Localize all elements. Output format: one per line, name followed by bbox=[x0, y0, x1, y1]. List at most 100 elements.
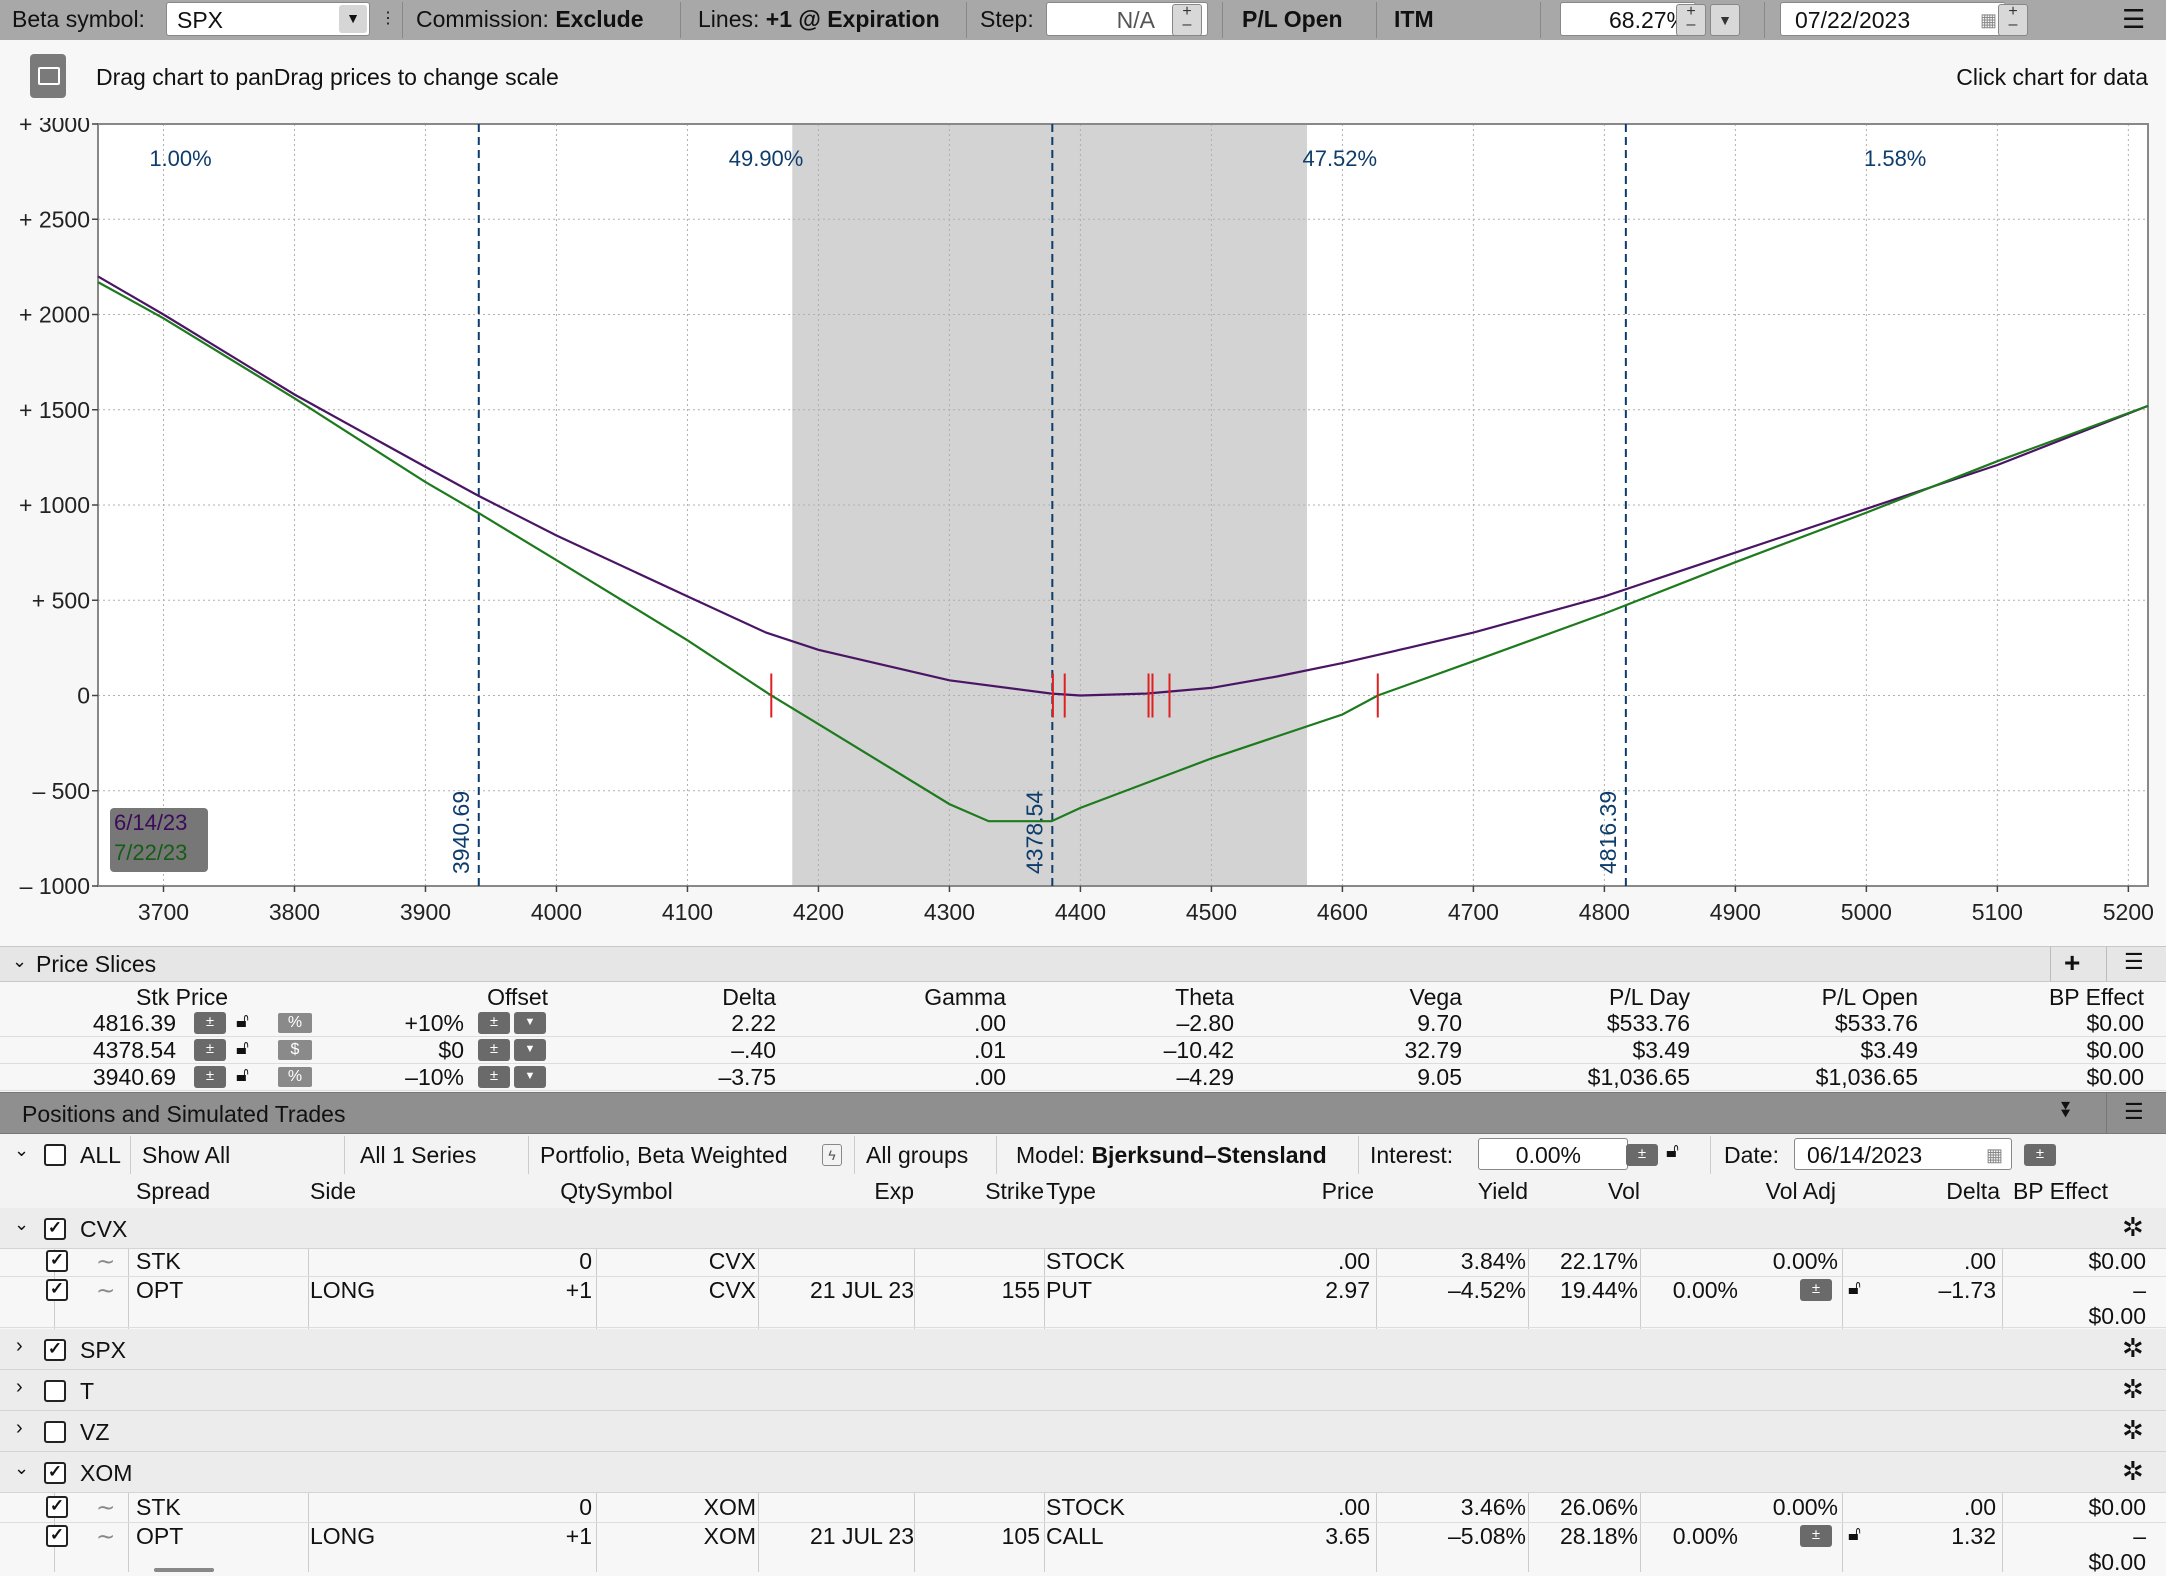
col-header-symbol: Symbol bbox=[596, 1178, 673, 1204]
gear-icon[interactable]: ✲ bbox=[2122, 1415, 2144, 1446]
group-checkbox[interactable]: ✓ bbox=[44, 1462, 66, 1484]
chart-line-icon[interactable]: ∼ bbox=[96, 1523, 115, 1550]
menu-icon[interactable]: ☰ bbox=[2124, 1099, 2144, 1125]
chevron-right-icon[interactable]: › bbox=[16, 1417, 23, 1440]
add-slice-icon[interactable]: + bbox=[2064, 947, 2080, 979]
groups-menu[interactable]: All groups bbox=[866, 1142, 968, 1169]
group-checkbox[interactable]: ✓ bbox=[44, 1339, 66, 1361]
calendar-icon[interactable]: ▦ bbox=[1980, 3, 1997, 37]
sim-date-field[interactable]: 06/14/2023 ▦ bbox=[1794, 1138, 2012, 1170]
gear-icon[interactable]: ✲ bbox=[2122, 1456, 2144, 1487]
chart-line-icon[interactable]: ∼ bbox=[96, 1277, 115, 1304]
step-stepper[interactable]: + – bbox=[1172, 4, 1202, 36]
divider bbox=[1710, 1136, 1711, 1174]
chevron-right-icon[interactable]: › bbox=[16, 1335, 23, 1358]
menu-icon[interactable]: ☰ bbox=[2122, 0, 2145, 40]
gear-icon[interactable]: ✲ bbox=[2122, 1212, 2144, 1243]
col-header-type: Type bbox=[1046, 1178, 1096, 1204]
group-checkbox[interactable]: ✓ bbox=[44, 1218, 66, 1240]
group-row-vz[interactable]: › VZ ✲ bbox=[0, 1411, 2166, 1452]
chevron-down-icon[interactable]: ⌄ bbox=[14, 1140, 29, 1161]
gear-icon[interactable]: ✲ bbox=[2122, 1333, 2144, 1364]
expiration-date-field[interactable]: 07/22/2023 ▦ bbox=[1780, 2, 2006, 36]
position-row[interactable]: ✓ ∼ OPT LONG +1 XOM 21 JUL 23 105 CALL 3… bbox=[0, 1523, 2166, 1575]
lock-icon[interactable]: 🔓︎ bbox=[1848, 1523, 1861, 1546]
offset-unit[interactable]: % bbox=[278, 1013, 312, 1033]
chart-line-icon[interactable]: ∼ bbox=[96, 1248, 115, 1275]
chevron-right-icon[interactable]: › bbox=[16, 1376, 23, 1399]
percent-stepper[interactable]: + – bbox=[1676, 4, 1706, 36]
chevron-down-icon[interactable]: ⌄ bbox=[14, 1214, 29, 1235]
position-row[interactable]: ✓ ∼ STK 0 CVX STOCK .00 3.84% 22.17% 0.0… bbox=[0, 1248, 2166, 1277]
date-label: Date: bbox=[1724, 1142, 1779, 1168]
risk-profile-chart[interactable]: – 1000 – 500 0 + 500 + 1000 + 1500 + 2000 + 250… bbox=[0, 111, 2166, 928]
interest-stepper[interactable]: ± bbox=[1626, 1144, 1658, 1166]
show-all-menu[interactable]: Show All bbox=[142, 1142, 230, 1169]
itm-menu[interactable]: ITM bbox=[1394, 0, 1434, 40]
offset-unit[interactable]: $ bbox=[278, 1040, 312, 1060]
lock-icon[interactable]: 🔓︎ bbox=[236, 1037, 249, 1060]
col-header-exp: Exp bbox=[874, 1178, 914, 1204]
position-row[interactable]: ✓ ∼ STK 0 XOM STOCK .00 3.46% 26.06% 0.0… bbox=[0, 1494, 2166, 1523]
group-row-cvx[interactable]: ⌄ ✓ CVX ✲ bbox=[0, 1208, 2166, 1249]
offset-stepper[interactable]: ± bbox=[478, 1039, 510, 1061]
vol-adj-stepper[interactable]: ± bbox=[1800, 1525, 1832, 1547]
lock-icon[interactable]: 🔓︎ bbox=[236, 1064, 249, 1087]
group-row-spx[interactable]: › ✓ SPX ✲ bbox=[0, 1329, 2166, 1370]
row-checkbox[interactable]: ✓ bbox=[46, 1250, 68, 1272]
yield: –4.52% bbox=[1447, 1277, 1526, 1303]
position-row[interactable]: ✓ ∼ OPT LONG +1 CVX 21 JUL 23 155 PUT 2.… bbox=[0, 1277, 2166, 1329]
chevron-down-icon[interactable]: ⌄ bbox=[14, 1458, 29, 1479]
stk-stepper[interactable]: ± bbox=[194, 1066, 226, 1088]
chart-type-button[interactable] bbox=[30, 54, 66, 98]
lock-icon[interactable]: 🔓︎ bbox=[1666, 1140, 1679, 1163]
beta-symbol-select[interactable]: SPX ▼ bbox=[166, 2, 370, 36]
gear-icon[interactable]: ✲ bbox=[2122, 1374, 2144, 1405]
price-slice-row[interactable]: 3940.69 ± 🔓︎ % –10% ± ▼ –3.75 .00 –4.29 … bbox=[0, 1064, 2166, 1091]
lines-menu[interactable]: Lines: +1 @ Expiration bbox=[698, 0, 940, 40]
chevron-down-icon[interactable]: ▼ bbox=[514, 1012, 546, 1034]
lock-icon[interactable]: 🔓︎ bbox=[1848, 1277, 1861, 1300]
spread: STK bbox=[136, 1494, 181, 1520]
portfolio-menu[interactable]: Portfolio, Beta Weighted bbox=[540, 1142, 788, 1169]
series-menu[interactable]: All 1 Series bbox=[360, 1142, 476, 1169]
row-checkbox[interactable]: ✓ bbox=[46, 1525, 68, 1547]
group-row-t[interactable]: › T ✲ bbox=[0, 1370, 2166, 1411]
x-tick-label: 4500 bbox=[1186, 899, 1237, 925]
row-checkbox[interactable]: ✓ bbox=[46, 1496, 68, 1518]
calendar-icon[interactable]: ▦ bbox=[1986, 1139, 2003, 1171]
model-menu[interactable]: Model: Bjerksund–Stensland bbox=[1016, 1142, 1327, 1169]
group-checkbox[interactable] bbox=[44, 1421, 66, 1443]
risk-profile-svg[interactable]: – 1000 – 500 0 + 500 + 1000 + 1500 + 2000 + 250… bbox=[0, 111, 2166, 928]
date-stepper[interactable]: ± bbox=[2024, 1144, 2056, 1166]
vol-adj-stepper[interactable]: ± bbox=[1800, 1279, 1832, 1301]
group-checkbox[interactable] bbox=[44, 1380, 66, 1402]
divider bbox=[528, 1136, 529, 1174]
group-row-xom[interactable]: ⌄ ✓ XOM ✲ bbox=[0, 1452, 2166, 1493]
lock-icon[interactable]: 🔓︎ bbox=[236, 1010, 249, 1033]
date-stepper[interactable]: + – bbox=[1998, 4, 2028, 36]
scrollbar-thumb[interactable] bbox=[154, 1568, 214, 1572]
chevron-down-icon[interactable]: ▼ bbox=[514, 1039, 546, 1061]
all-checkbox[interactable] bbox=[44, 1144, 66, 1166]
offset-stepper[interactable]: ± bbox=[478, 1066, 510, 1088]
offset-unit[interactable]: % bbox=[278, 1067, 312, 1087]
price-slice-row[interactable]: 4378.54 ± 🔓︎ $ $0 ± ▼ –.40 .01 –10.42 32… bbox=[0, 1037, 2166, 1064]
chevron-down-icon[interactable]: ▼ bbox=[514, 1066, 546, 1088]
percent-dropdown-chevron-icon[interactable]: ▼ bbox=[1710, 4, 1740, 36]
flash-icon[interactable]: ϟ bbox=[822, 1144, 842, 1166]
chart-line-icon[interactable]: ∼ bbox=[96, 1494, 115, 1521]
menu-icon[interactable]: ☰ bbox=[2124, 949, 2144, 975]
chevron-down-icon[interactable]: ▼ bbox=[339, 5, 367, 33]
stk-stepper[interactable]: ± bbox=[194, 1012, 226, 1034]
collapse-icon[interactable]: ⏬︎ bbox=[2062, 1097, 2073, 1123]
offset-stepper[interactable]: ± bbox=[478, 1012, 510, 1034]
price-slice-row[interactable]: 4816.39 ± 🔓︎ % +10% ± ▼ 2.22 .00 –2.80 9… bbox=[0, 1010, 2166, 1037]
interest-field[interactable]: 0.00% bbox=[1478, 1138, 1628, 1170]
pl-open-menu[interactable]: P/L Open bbox=[1242, 0, 1343, 40]
stk-stepper[interactable]: ± bbox=[194, 1039, 226, 1061]
commission-menu[interactable]: Commission: Exclude bbox=[416, 0, 644, 40]
link-icon[interactable]: ⋮ bbox=[380, 0, 396, 40]
row-checkbox[interactable]: ✓ bbox=[46, 1279, 68, 1301]
chevron-down-icon[interactable]: ⌄ bbox=[12, 951, 27, 972]
